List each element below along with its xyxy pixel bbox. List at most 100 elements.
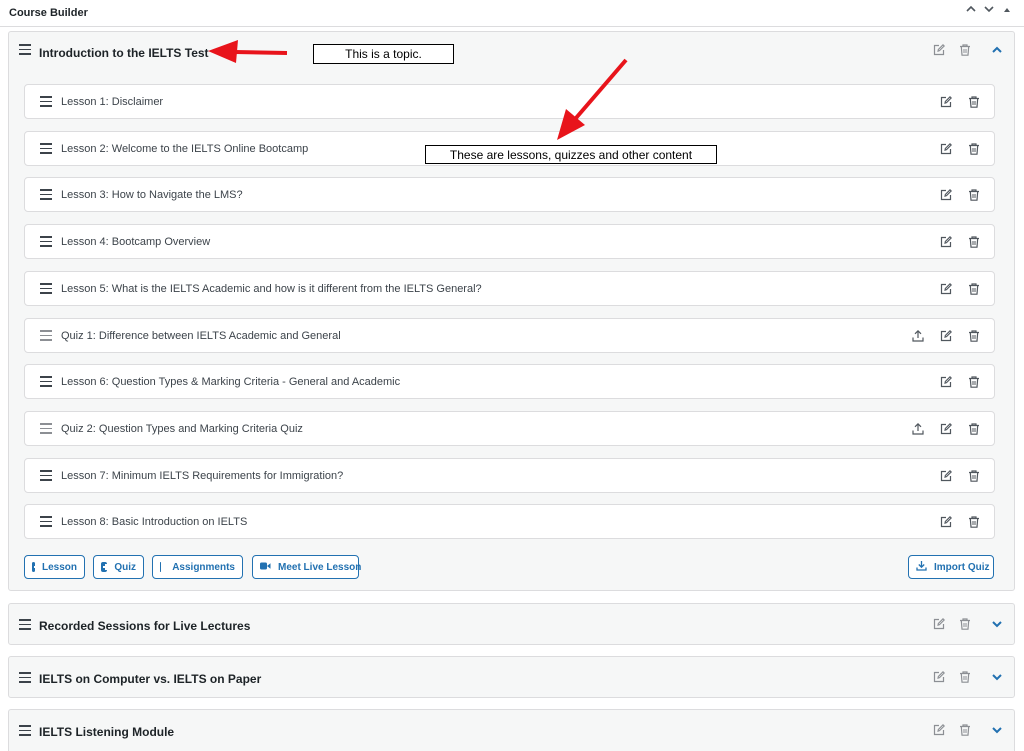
item-actions (911, 329, 981, 343)
chevron-down-icon[interactable] (990, 723, 1004, 737)
quiz-item[interactable]: Quiz 1: Difference between IELTS Academi… (24, 318, 995, 353)
drag-handle-icon[interactable] (40, 96, 52, 107)
lesson-item[interactable]: Lesson 1: Disclaimer (24, 84, 995, 119)
trash-icon[interactable] (967, 95, 981, 109)
quiz-item[interactable]: Quiz 2: Question Types and Marking Crite… (24, 411, 995, 446)
topic-header[interactable]: IELTS Listening Module (9, 710, 1014, 750)
move-down-icon[interactable] (982, 4, 996, 17)
item-title: Quiz 2: Question Types and Marking Crite… (61, 423, 303, 435)
trash-icon[interactable] (967, 375, 981, 389)
item-actions (939, 188, 981, 202)
trash-icon[interactable] (967, 329, 981, 343)
lesson-item[interactable]: Lesson 3: How to Navigate the LMS? (24, 177, 995, 212)
chevron-down-icon[interactable] (990, 670, 1004, 684)
edit-icon[interactable] (939, 375, 953, 389)
trash-icon[interactable] (967, 469, 981, 483)
topic-actions (932, 43, 1004, 57)
item-actions (939, 142, 981, 156)
trash-icon[interactable] (967, 188, 981, 202)
edit-icon[interactable] (932, 723, 946, 737)
add-meet-live-lesson-button[interactable]: Meet Live Lesson (252, 555, 362, 579)
meet-live-lesson-label: Meet Live Lesson (278, 561, 362, 573)
trash-icon[interactable] (967, 235, 981, 249)
item-title: Lesson 8: Basic Introduction on IELTS (61, 516, 248, 528)
chevron-down-icon[interactable] (990, 617, 1004, 631)
edit-icon[interactable] (939, 95, 953, 109)
item-actions (939, 469, 981, 483)
topic-actions (932, 723, 1004, 737)
item-actions (939, 515, 981, 529)
trash-icon[interactable] (958, 617, 972, 631)
trash-icon[interactable] (967, 422, 981, 436)
item-actions (939, 375, 981, 389)
plus-square-icon (32, 562, 40, 572)
item-title: Quiz 1: Difference between IELTS Academi… (61, 330, 341, 342)
import-quiz-label: Import Quiz (934, 561, 990, 573)
lesson-item[interactable]: Lesson 6: Question Types & Marking Crite… (24, 364, 995, 399)
topic-title: Introduction to the IELTS Test (39, 46, 209, 60)
video-camera-icon (260, 561, 271, 574)
drag-handle-icon[interactable] (40, 143, 52, 154)
lesson-item[interactable]: Lesson 4: Bootcamp Overview (24, 224, 995, 259)
edit-icon[interactable] (939, 282, 953, 296)
drag-handle-icon[interactable] (19, 44, 31, 55)
trash-icon[interactable] (958, 723, 972, 737)
trash-icon[interactable] (967, 515, 981, 529)
add-assignments-button[interactable]: Assignments (152, 555, 243, 579)
topic-header[interactable]: IELTS on Computer vs. IELTS on Paper (9, 657, 1014, 697)
topic-header[interactable]: Introduction to the IELTS Test (9, 32, 1014, 72)
edit-icon[interactable] (939, 515, 953, 529)
item-title: Lesson 7: Minimum IELTS Requirements for… (61, 470, 344, 482)
download-icon (916, 560, 927, 574)
edit-icon[interactable] (939, 329, 953, 343)
add-lesson-button[interactable]: Lesson (24, 555, 85, 579)
edit-icon[interactable] (932, 617, 946, 631)
topic-annotation-text: This is a topic. (345, 47, 422, 61)
topic-actions (932, 670, 1004, 684)
drag-handle-icon[interactable] (40, 330, 52, 341)
drag-handle-icon[interactable] (19, 725, 31, 736)
edit-icon[interactable] (939, 422, 953, 436)
lesson-item[interactable]: Lesson 7: Minimum IELTS Requirements for… (24, 458, 995, 493)
collapse-panel-icon[interactable] (1000, 5, 1014, 17)
item-title: Lesson 2: Welcome to the IELTS Online Bo… (61, 143, 309, 155)
lesson-item[interactable]: Lesson 5: What is the IELTS Academic and… (24, 271, 995, 306)
edit-icon[interactable] (939, 188, 953, 202)
edit-icon[interactable] (932, 670, 946, 684)
trash-icon[interactable] (958, 670, 972, 684)
drag-handle-icon[interactable] (40, 283, 52, 294)
drag-handle-icon[interactable] (40, 423, 52, 434)
export-icon[interactable] (911, 329, 925, 343)
drag-handle-icon[interactable] (40, 376, 52, 387)
drag-handle-icon[interactable] (19, 619, 31, 630)
edit-icon[interactable] (939, 142, 953, 156)
item-actions (911, 422, 981, 436)
trash-icon[interactable] (958, 43, 972, 57)
edit-icon[interactable] (939, 469, 953, 483)
panel-controls (964, 4, 1014, 17)
edit-icon[interactable] (932, 43, 946, 57)
add-quiz-button[interactable]: Quiz (93, 555, 144, 579)
import-quiz-button[interactable]: Import Quiz (908, 555, 994, 579)
chevron-up-icon[interactable] (990, 43, 1004, 57)
topic-header[interactable]: Recorded Sessions for Live Lectures (9, 604, 1014, 644)
content-annotation: These are lessons, quizzes and other con… (425, 145, 717, 164)
drag-handle-icon[interactable] (40, 516, 52, 527)
lesson-item[interactable]: Lesson 8: Basic Introduction on IELTS (24, 504, 995, 539)
topic-listening-module[interactable]: IELTS Listening Module (8, 709, 1015, 751)
trash-icon[interactable] (967, 142, 981, 156)
drag-handle-icon[interactable] (19, 672, 31, 683)
export-icon[interactable] (911, 422, 925, 436)
trash-icon[interactable] (967, 282, 981, 296)
drag-handle-icon[interactable] (40, 236, 52, 247)
plus-square-icon (101, 562, 110, 572)
edit-icon[interactable] (939, 235, 953, 249)
drag-handle-icon[interactable] (40, 470, 52, 481)
panel-title: Course Builder (9, 7, 88, 19)
move-up-icon[interactable] (964, 4, 978, 17)
drag-handle-icon[interactable] (40, 189, 52, 200)
topic-recorded-sessions[interactable]: Recorded Sessions for Live Lectures (8, 603, 1015, 645)
item-title: Lesson 3: How to Navigate the LMS? (61, 189, 243, 201)
topic-computer-vs-paper[interactable]: IELTS on Computer vs. IELTS on Paper (8, 656, 1015, 698)
plus-square-icon (160, 562, 170, 572)
